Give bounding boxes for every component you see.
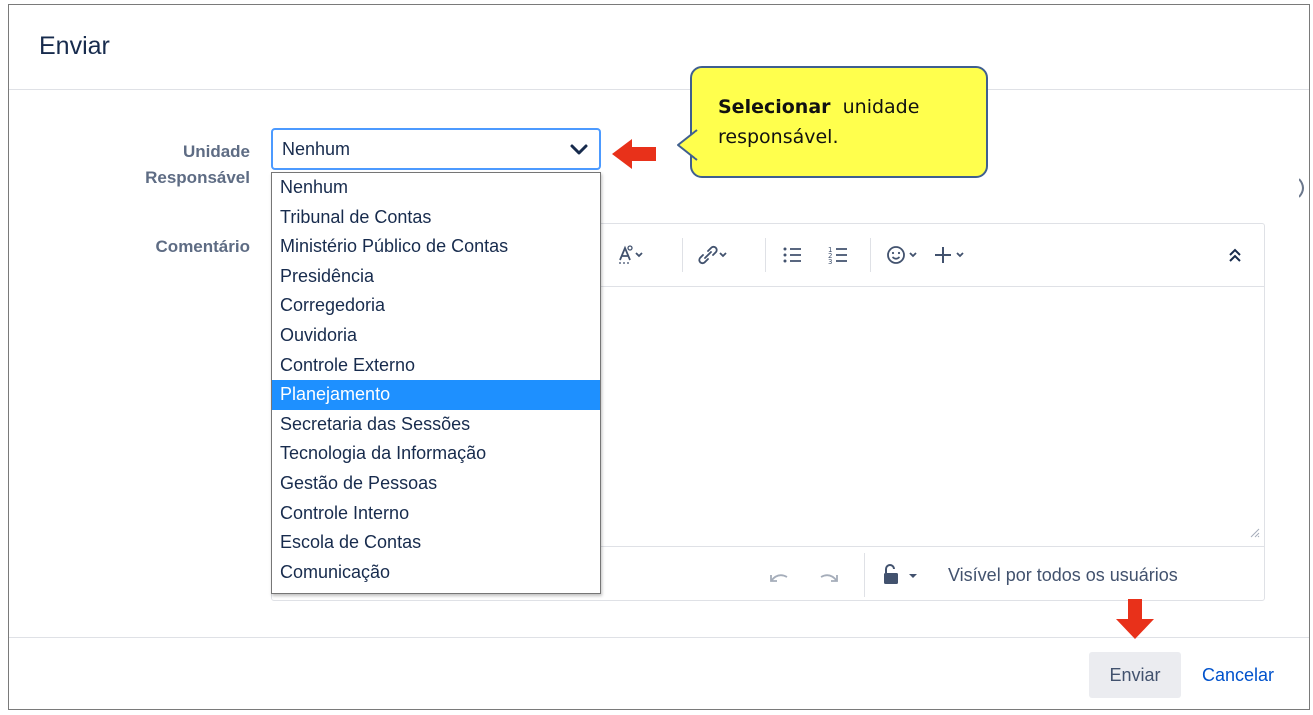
redo-icon[interactable] — [818, 569, 840, 585]
toolbar-divider — [682, 238, 683, 272]
numbered-list-icon: 1 2 3 — [828, 246, 847, 266]
dropdown-option[interactable]: Gestão de Pessoas — [272, 469, 600, 499]
dropdown-option[interactable]: Tribunal de Contas — [272, 203, 600, 233]
unit-dropdown-list[interactable]: Nenhum Tribunal de Contas Ministério Púb… — [271, 172, 601, 594]
emoji-icon — [887, 246, 917, 264]
emoji-button[interactable] — [886, 240, 920, 270]
insert-button[interactable] — [933, 240, 967, 270]
undo-icon[interactable] — [768, 569, 790, 585]
dropdown-option[interactable]: Ouvidoria — [272, 321, 600, 351]
dialog-title: Enviar — [39, 32, 110, 60]
dropdown-option[interactable]: Escola de Contas — [272, 528, 600, 558]
link-button[interactable] — [696, 240, 730, 270]
annotation-callout: Selecionar unidade responsável. — [690, 66, 988, 178]
collapse-icon — [1229, 248, 1241, 262]
dropdown-option-highlighted[interactable]: Planejamento — [272, 380, 600, 410]
comment-label: Comentário — [155, 237, 250, 256]
dropdown-option[interactable]: Controle Externo — [272, 351, 600, 381]
dropdown-option[interactable]: Nenhum — [272, 173, 600, 203]
text-color-button[interactable] — [617, 240, 647, 270]
dropdown-option[interactable]: Controle Interno — [272, 499, 600, 529]
arrow-left-icon — [612, 139, 656, 169]
cancel-button[interactable]: Cancelar — [1191, 652, 1285, 698]
bullet-list-icon — [783, 247, 801, 263]
toolbar-divider — [870, 238, 871, 272]
collapse-toolbar-button[interactable] — [1226, 240, 1244, 270]
arrow-down-icon — [1116, 599, 1154, 639]
plus-icon — [935, 247, 964, 263]
callout-bold: Selecionar — [718, 96, 831, 118]
dropdown-option[interactable]: Secretaria das Sessões — [272, 410, 600, 440]
toolbar-divider — [765, 238, 766, 272]
bullet-list-button[interactable] — [782, 240, 804, 270]
dropdown-option[interactable]: Tecnologia da Informação — [272, 439, 600, 469]
callout-tail — [677, 129, 698, 161]
dropdown-option[interactable]: Ministério Público de Contas — [272, 232, 600, 262]
dropdown-option[interactable]: Corregedoria — [272, 291, 600, 321]
dropdown-option[interactable]: Comunicação — [272, 558, 600, 588]
unit-select[interactable]: Nenhum — [271, 128, 601, 170]
unit-label: Unidade Responsável — [104, 139, 250, 191]
unit-label-line2: Responsável — [145, 168, 250, 187]
resize-handle-icon[interactable] — [1248, 526, 1260, 538]
header-divider — [9, 89, 1309, 90]
chevron-down-icon — [570, 144, 588, 155]
visibility-label[interactable]: Visível por todos os usuários — [948, 565, 1178, 586]
send-button[interactable]: Enviar — [1089, 652, 1181, 698]
unit-label-line1: Unidade — [182, 142, 250, 161]
numbered-list-button[interactable]: 1 2 3 — [828, 240, 850, 270]
footer-divider — [864, 553, 865, 597]
unlock-icon[interactable] — [882, 564, 922, 586]
callout-text: Selecionar unidade responsável. — [718, 92, 968, 152]
svg-text:3: 3 — [828, 258, 832, 266]
partial-glyph — [1299, 178, 1304, 198]
dropdown-option[interactable]: Presidência — [272, 262, 600, 292]
link-icon — [698, 245, 727, 265]
unit-select-value: Nenhum — [282, 139, 351, 159]
text-color-icon — [619, 245, 643, 264]
